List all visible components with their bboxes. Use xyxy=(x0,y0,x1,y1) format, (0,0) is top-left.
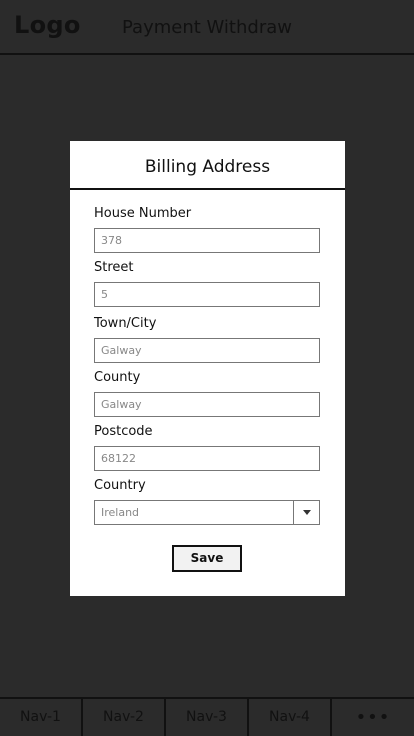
more-icon[interactable]: ••• xyxy=(332,699,414,736)
dialog-title: Billing Address xyxy=(70,141,345,190)
postcode-label: Postcode xyxy=(94,424,153,439)
street-label: Street xyxy=(94,260,134,275)
postcode-field: Postcode 68122 xyxy=(94,423,320,471)
country-field: Country Ireland xyxy=(94,477,320,525)
street-input[interactable]: 5 xyxy=(94,282,320,307)
country-select[interactable]: Ireland xyxy=(94,500,320,525)
town-input[interactable]: Galway xyxy=(94,338,320,363)
nav-item-4[interactable]: Nav-4 xyxy=(249,699,332,736)
country-label: Country xyxy=(94,478,146,493)
chevron-down-icon[interactable] xyxy=(293,501,319,524)
page-title: Payment Withdraw xyxy=(122,17,292,38)
save-button[interactable]: Save xyxy=(172,545,242,572)
county-field: County Galway xyxy=(94,369,320,417)
nav-item-1[interactable]: Nav-1 xyxy=(0,699,83,736)
house-number-label: House Number xyxy=(94,206,192,221)
bottom-nav: Nav-1 Nav-2 Nav-3 Nav-4 ••• xyxy=(0,697,414,736)
county-input[interactable]: Galway xyxy=(94,392,320,417)
house-number-input[interactable]: 378 xyxy=(94,228,320,253)
nav-item-3[interactable]: Nav-3 xyxy=(166,699,249,736)
billing-address-dialog: Billing Address House Number 378 Street … xyxy=(70,141,345,596)
house-number-field: House Number 378 xyxy=(94,205,320,253)
county-label: County xyxy=(94,370,141,385)
street-field: Street 5 xyxy=(94,259,320,307)
app-header: Logo Payment Withdraw xyxy=(0,0,414,55)
postcode-input[interactable]: 68122 xyxy=(94,446,320,471)
town-label: Town/City xyxy=(94,316,157,331)
nav-item-2[interactable]: Nav-2 xyxy=(83,699,166,736)
town-field: Town/City Galway xyxy=(94,315,320,363)
logo[interactable]: Logo xyxy=(14,11,81,39)
country-select-value: Ireland xyxy=(101,506,140,519)
